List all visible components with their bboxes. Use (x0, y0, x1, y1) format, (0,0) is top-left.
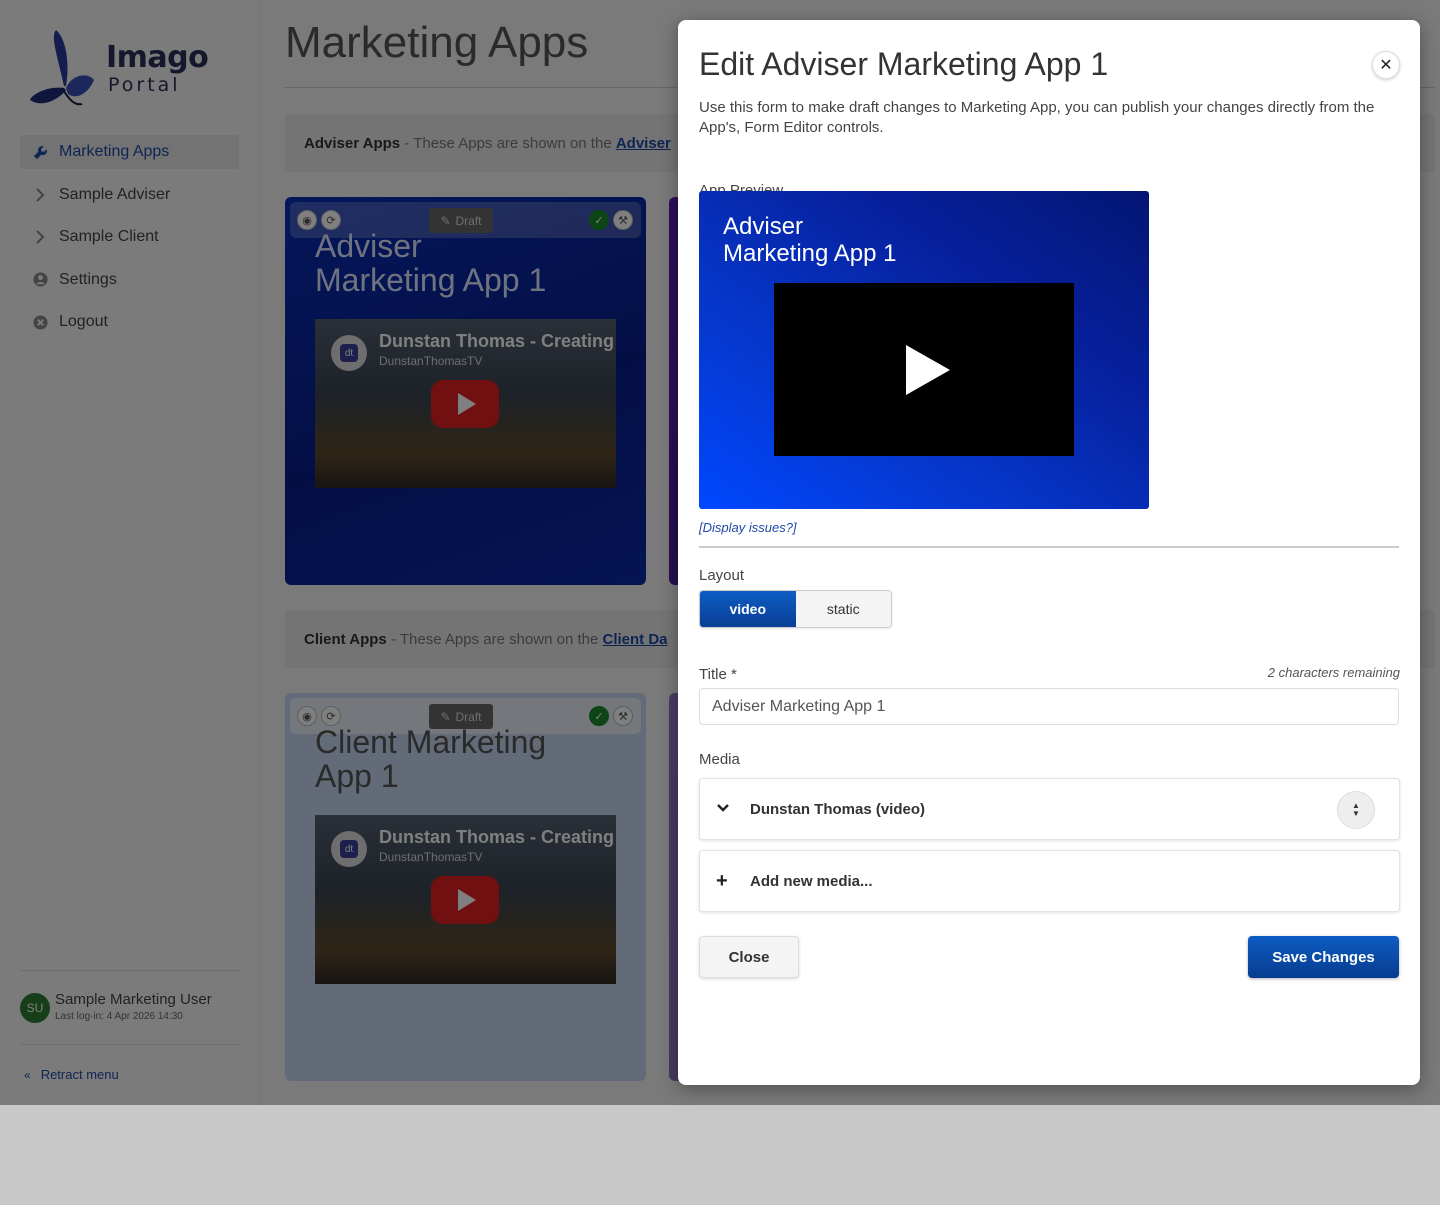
media-label: Media (699, 751, 740, 768)
layout-label: Layout (699, 567, 745, 584)
plus-icon: + (716, 869, 728, 892)
close-button[interactable]: Close (699, 936, 799, 978)
close-icon[interactable]: ✕ (1372, 51, 1400, 79)
preview-title: Adviser Marketing App 1 (723, 213, 897, 267)
modal-description: Use this form to make draft changes to M… (699, 99, 1375, 136)
add-media-label: Add new media... (750, 872, 873, 890)
display-issues-link[interactable]: [Display issues?] (699, 520, 797, 535)
layout-option-video[interactable]: video (700, 591, 796, 627)
layout-option-static[interactable]: static (795, 591, 891, 627)
layout-toggle: video static (699, 590, 892, 628)
sort-handle-icon[interactable]: ▲ ▼ (1337, 791, 1375, 829)
section-divider (699, 546, 1399, 548)
title-label: Title * (699, 666, 737, 683)
chars-remaining: 2 characters remaining (1267, 665, 1400, 680)
edit-app-modal: Edit Adviser Marketing App 1 ✕ Use this … (678, 20, 1420, 1085)
chevron-down-icon[interactable] (700, 800, 750, 818)
save-changes-button[interactable]: Save Changes (1248, 936, 1399, 978)
title-input[interactable] (699, 688, 1399, 725)
media-item[interactable]: Dunstan Thomas (video) ▲ ▼ (699, 778, 1400, 840)
media-item-label: Dunstan Thomas (video) (750, 800, 926, 818)
play-icon[interactable] (906, 344, 950, 395)
video-player[interactable] (774, 283, 1074, 456)
app-preview: Adviser Marketing App 1 (699, 191, 1149, 509)
add-media-button[interactable]: + Add new media... (699, 850, 1400, 912)
modal-title: Edit Adviser Marketing App 1 (699, 46, 1109, 82)
